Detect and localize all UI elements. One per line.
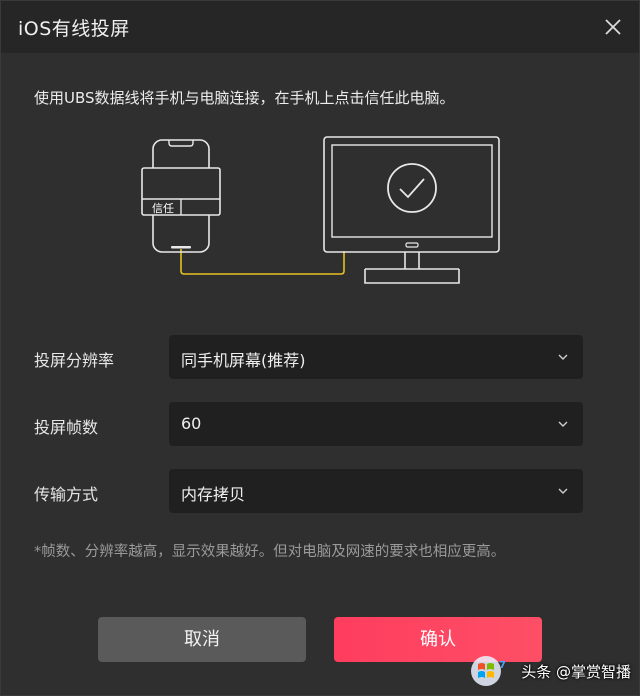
transfer-select[interactable]: 内存拷贝 — [169, 469, 583, 513]
chevron-down-icon — [558, 421, 568, 427]
monitor-icon — [323, 136, 500, 284]
framerate-label: 投屏帧数 — [34, 418, 99, 437]
connection-illustration: 信任 — [1, 121, 639, 301]
resolution-select[interactable]: 同手机屏幕(推荐) — [169, 335, 583, 379]
windows-logo-icon: 7 — [471, 656, 506, 686]
resolution-value: 同手机屏幕(推荐) — [181, 351, 306, 370]
trust-button-label: 信任 — [152, 202, 174, 215]
transfer-row: 传输方式 内存拷贝 — [1, 469, 639, 515]
framerate-value: 60 — [181, 414, 202, 433]
resolution-row: 投屏分辨率 同手机屏幕(推荐) — [1, 335, 639, 381]
framerate-select[interactable]: 60 — [169, 402, 583, 446]
ios-wired-cast-dialog: iOS有线投屏 使用UBS数据线将手机与电脑连接，在手机上点击信任此电脑。 信任 — [0, 0, 640, 696]
transfer-value: 内存拷贝 — [181, 485, 246, 504]
close-icon — [605, 19, 621, 35]
watermark-text: 头条 @掌赏智播 — [521, 662, 631, 681]
dialog-title: iOS有线投屏 — [18, 18, 130, 40]
quality-note: *帧数、分辨率越高，显示效果越好。但对电脑及网速的要求也相应更高。 — [34, 544, 506, 560]
framerate-row: 投屏帧数 60 — [1, 402, 639, 448]
phone-icon: 信任 — [141, 139, 221, 253]
check-circle-icon — [387, 163, 437, 213]
cancel-button[interactable]: 取消 — [98, 617, 306, 662]
transfer-label: 传输方式 — [34, 485, 99, 504]
close-button[interactable] — [601, 15, 625, 39]
resolution-label: 投屏分辨率 — [34, 351, 115, 370]
instruction-text: 使用UBS数据线将手机与电脑连接，在手机上点击信任此电脑。 — [34, 89, 455, 107]
watermark: 7 头条 @掌赏智播 — [469, 653, 631, 689]
chevron-down-icon — [558, 354, 568, 360]
svg-text:7: 7 — [499, 660, 506, 671]
title-bar: iOS有线投屏 — [1, 1, 639, 53]
chevron-down-icon — [558, 488, 568, 494]
usb-cable — [180, 249, 345, 275]
